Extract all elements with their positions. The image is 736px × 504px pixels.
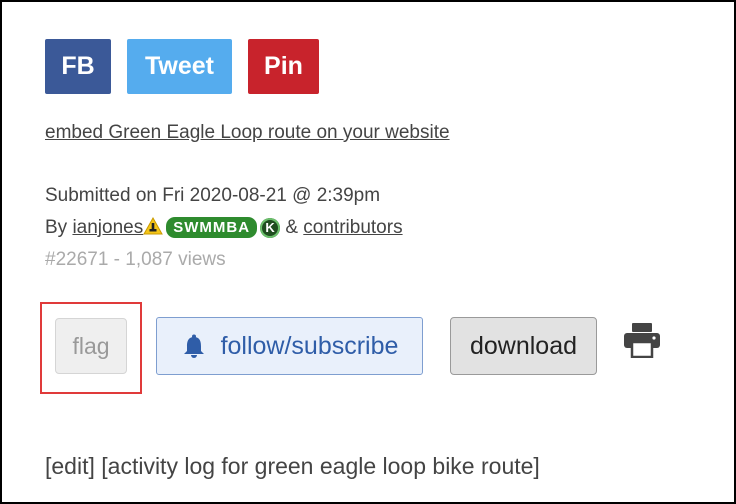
route-meta: Submitted on Fri 2020-08-21 @ 2:39pm By … (45, 184, 403, 280)
edit-link[interactable]: [edit] (45, 453, 95, 479)
by-prefix: By (45, 217, 73, 238)
download-button[interactable]: download (450, 317, 597, 375)
flag-button[interactable]: flag (55, 318, 127, 374)
follow-label: follow/subscribe (220, 331, 399, 360)
embed-route-link[interactable]: embed Green Eagle Loop route on your web… (45, 122, 450, 144)
printer-icon[interactable] (622, 322, 662, 358)
page-frame: FB Tweet Pin embed Green Eagle Loop rout… (2, 2, 734, 502)
tweet-share-button[interactable]: Tweet (127, 39, 232, 94)
follow-subscribe-button[interactable]: follow/subscribe (156, 317, 423, 375)
route-stats: #22671 - 1,087 views (45, 249, 226, 270)
submitted-text: Submitted on Fri 2020-08-21 @ 2:39pm (45, 185, 381, 206)
k-badge-icon: K (260, 218, 281, 238)
contributors-link[interactable]: contributors (303, 217, 402, 238)
facebook-share-button[interactable]: FB (45, 39, 111, 94)
amp-text: & (280, 217, 304, 238)
pinterest-share-button[interactable]: Pin (248, 39, 319, 94)
activity-log-link[interactable]: [activity log for green eagle loop bike … (101, 453, 540, 479)
share-buttons: FB Tweet Pin (45, 39, 319, 94)
bottom-links: [edit] [activity log for green eagle loo… (45, 453, 540, 480)
bell-icon (183, 334, 204, 358)
warning-icon (143, 217, 164, 235)
author-badge[interactable]: SWMMBA (166, 217, 258, 238)
author-link[interactable]: ianjones (72, 217, 143, 238)
author-line: By ianjones SWMMBA K & contributors (45, 216, 403, 248)
